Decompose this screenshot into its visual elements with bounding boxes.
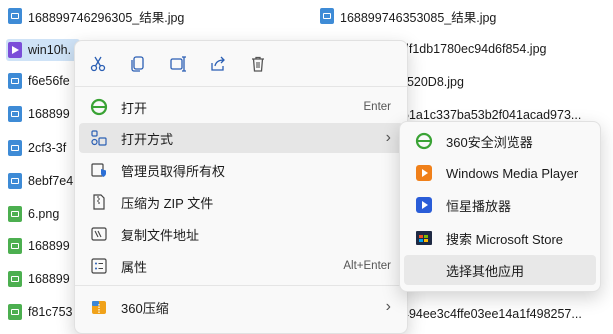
submenu-item-label: 选择其他应用 xyxy=(446,263,525,279)
png-file-icon xyxy=(8,238,22,254)
submenu-item-label: 360安全浏览器 xyxy=(446,134,533,150)
jpg-file-icon xyxy=(8,173,22,189)
submenu-item-store[interactable]: 搜索 Microsoft Store xyxy=(404,223,596,253)
menu-item-open[interactable]: 打开 Enter xyxy=(79,92,403,122)
jpg-file-icon xyxy=(8,140,22,156)
png-file-icon xyxy=(8,206,22,222)
menu-separator xyxy=(75,285,407,286)
menu-item-label: 管理员取得所有权 xyxy=(121,163,226,179)
chevron-right-icon: › xyxy=(385,298,391,315)
file-item[interactable]: 168899 xyxy=(8,103,70,125)
file-name: 494ee3c4ffe03ee14a1f498257... xyxy=(402,307,582,321)
share-button[interactable] xyxy=(205,51,231,77)
submenu-item-label: 恒星播放器 xyxy=(446,198,512,214)
file-name: 2520D8.jpg xyxy=(400,75,464,89)
hengxing-player-icon xyxy=(414,195,434,215)
file-item[interactable]: f6e56fe xyxy=(8,70,70,92)
menu-item-shortcut: Enter xyxy=(363,101,392,113)
zip-icon xyxy=(89,192,109,212)
ie-icon xyxy=(89,97,109,117)
file-name: 6.png xyxy=(28,207,60,221)
file-name: 2cf3-3f xyxy=(28,141,67,155)
file-item[interactable]: 168899746353085_结果.jpg xyxy=(320,5,496,27)
file-item[interactable]: f81c753 xyxy=(8,301,72,323)
delete-button[interactable] xyxy=(245,51,271,77)
rename-button[interactable] xyxy=(165,51,191,77)
jpg-file-icon xyxy=(8,73,22,89)
store-icon xyxy=(414,228,434,248)
menu-item-label: 压缩为 ZIP 文件 xyxy=(121,195,214,211)
360browser-icon xyxy=(414,131,434,151)
file-item[interactable]: 6.png xyxy=(8,203,59,225)
file-item[interactable]: 8ebf7e4 xyxy=(8,170,73,192)
menu-item-label: 属性 xyxy=(121,259,148,275)
delete-icon xyxy=(252,56,264,72)
menu-item-shortcut: Alt+Enter xyxy=(343,260,391,272)
context-menu: 打开 Enter 打开方式 › 管理员取得所有权 压缩为 ZIP 文件 复制文件… xyxy=(74,40,408,334)
file-item-selected[interactable]: win10h. xyxy=(6,39,80,61)
file-name: 168899 xyxy=(28,239,70,253)
menu-item-label: 打开 xyxy=(121,100,148,116)
menu-item-label: 360压缩 xyxy=(121,300,169,316)
file-item[interactable]: 2520D8.jpg xyxy=(400,71,464,93)
menu-item-label: 复制文件地址 xyxy=(121,227,200,243)
share-icon xyxy=(211,56,225,71)
file-name: f81c753 xyxy=(28,305,73,319)
open-with-submenu: 360安全浏览器 Windows Media Player 恒星播放器 搜索 M… xyxy=(399,121,601,292)
menu-item-open-with[interactable]: 打开方式 › xyxy=(79,123,403,153)
png-file-icon xyxy=(8,304,22,320)
submenu-item-360browser[interactable]: 360安全浏览器 xyxy=(404,126,596,156)
wmp-icon xyxy=(414,163,434,183)
quick-actions-bar xyxy=(75,49,407,79)
admin-shield-icon xyxy=(89,160,109,180)
menu-item-properties[interactable]: 属性 Alt+Enter xyxy=(79,251,403,281)
jpg-file-icon xyxy=(320,8,334,24)
video-file-icon xyxy=(8,42,22,58)
file-name: 168899746296305_结果.jpg xyxy=(28,10,185,25)
file-item[interactable]: 34df1db1780ec94d6f854.jpg xyxy=(388,38,546,60)
file-name: 51a1c337ba53b2f041acad973... xyxy=(402,108,582,122)
jpg-file-icon xyxy=(8,8,22,24)
submenu-item-hengxing[interactable]: 恒星播放器 xyxy=(404,190,596,220)
submenu-item-label: Windows Media Player xyxy=(446,165,579,181)
submenu-item-label: 搜索 Microsoft Store xyxy=(446,231,564,247)
file-name: f6e56fe xyxy=(28,74,70,88)
chevron-right-icon: › xyxy=(385,129,391,146)
menu-item-copy-path[interactable]: 复制文件地址 xyxy=(79,219,403,249)
file-item[interactable]: 168899 xyxy=(8,235,70,257)
rename-icon xyxy=(170,56,186,72)
properties-icon xyxy=(89,256,109,276)
open-with-icon xyxy=(89,128,109,148)
file-name: 168899 xyxy=(28,107,70,121)
file-item[interactable]: 494ee3c4ffe03ee14a1f498257... xyxy=(402,303,582,325)
copy-icon xyxy=(131,56,144,72)
jpg-file-icon xyxy=(8,106,22,122)
submenu-item-choose-other-app[interactable]: 选择其他应用 xyxy=(404,255,596,285)
menu-item-compress-zip[interactable]: 压缩为 ZIP 文件 xyxy=(79,187,403,217)
submenu-item-wmp[interactable]: Windows Media Player xyxy=(404,158,596,188)
menu-item-360zip[interactable]: 360压缩 › xyxy=(79,292,403,322)
menu-separator xyxy=(75,86,407,87)
file-item[interactable]: 2cf3-3f xyxy=(8,137,66,159)
file-name: 34df1db1780ec94d6f854.jpg xyxy=(388,42,547,56)
file-item[interactable]: 168899746296305_结果.jpg xyxy=(8,5,184,27)
cut-button[interactable] xyxy=(85,51,111,77)
menu-item-label: 打开方式 xyxy=(121,131,174,147)
file-name: 8ebf7e4 xyxy=(28,174,74,188)
png-file-icon xyxy=(8,271,22,287)
360zip-icon xyxy=(89,297,109,317)
file-item[interactable]: 168899 xyxy=(8,268,70,290)
menu-item-take-ownership[interactable]: 管理员取得所有权 xyxy=(79,155,403,185)
cut-icon xyxy=(90,56,106,72)
file-name: 168899746353085_结果.jpg xyxy=(340,10,497,25)
file-name: win10h. xyxy=(28,43,72,57)
copy-path-icon xyxy=(89,224,109,244)
file-name: 168899 xyxy=(28,272,70,286)
copy-button[interactable] xyxy=(125,51,151,77)
